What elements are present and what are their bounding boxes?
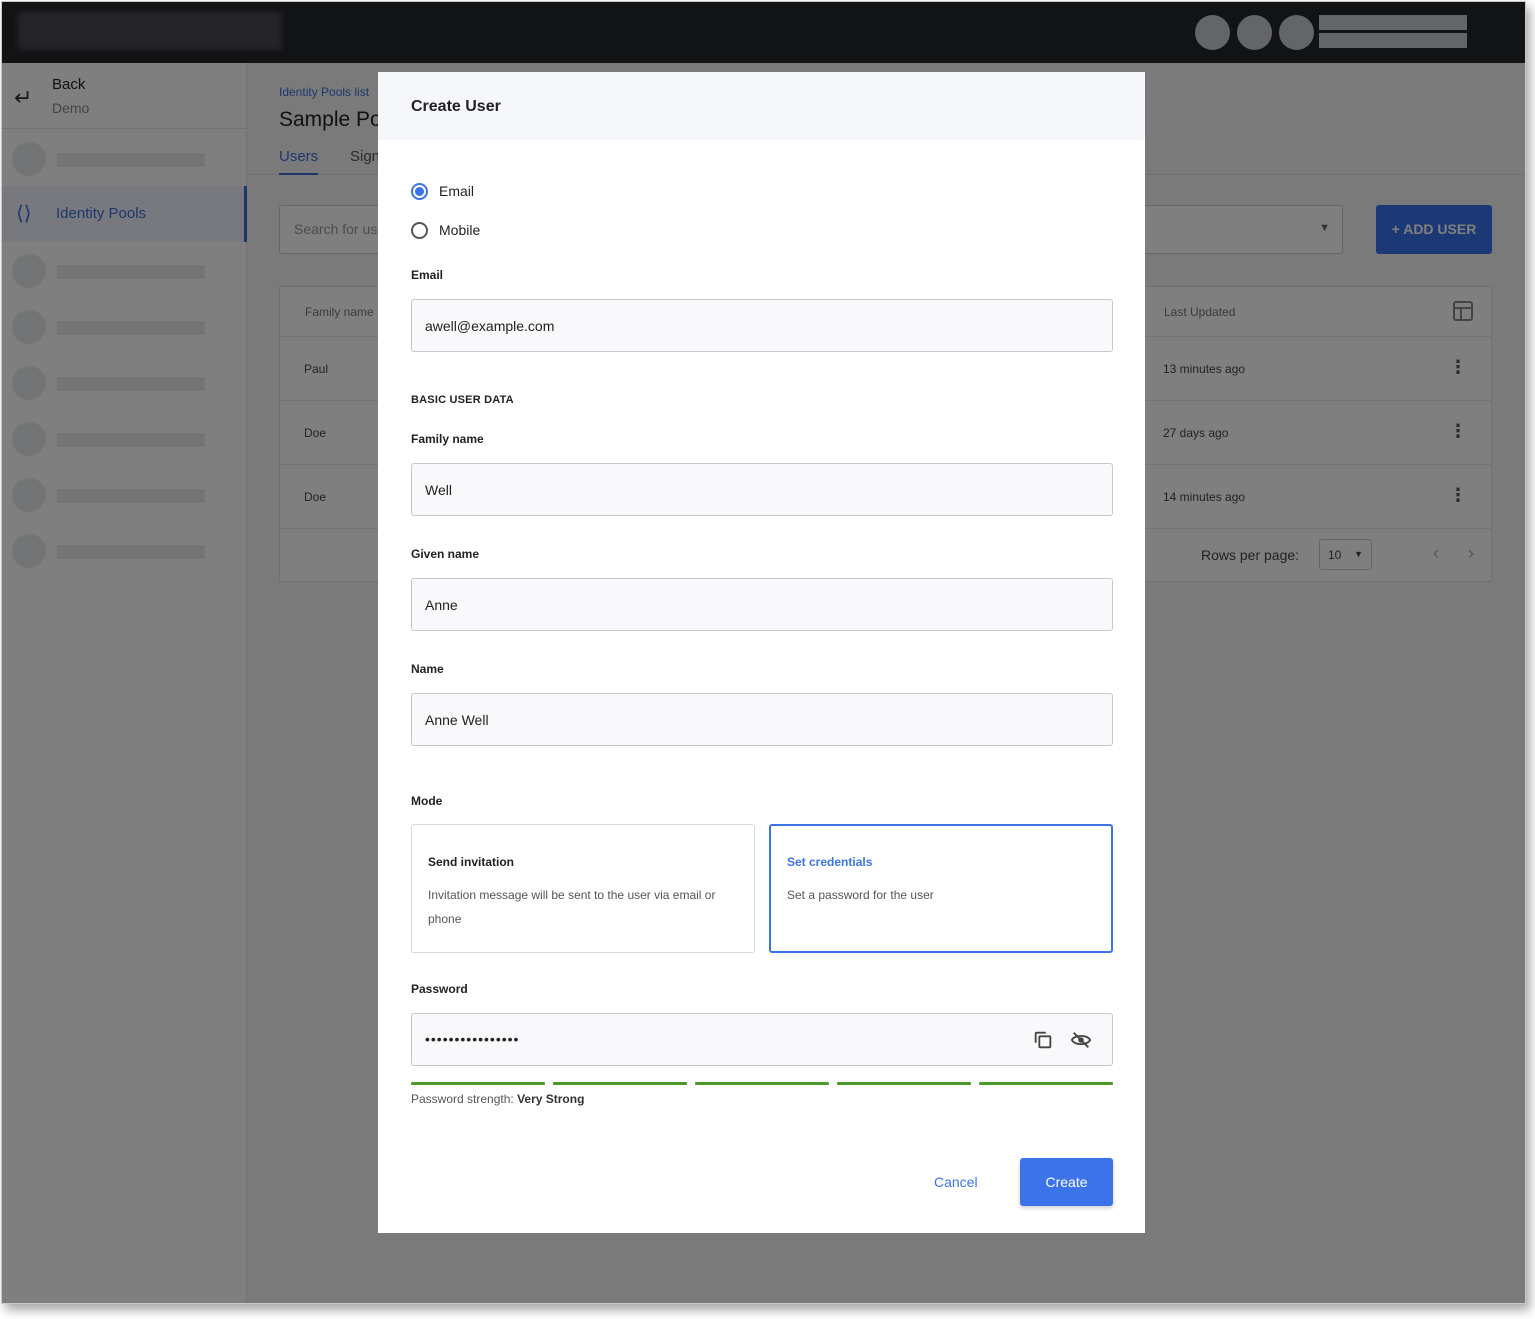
cancel-button[interactable]: Cancel (934, 1174, 978, 1190)
create-user-dialog: Create User Email Mobile Email awell@exa… (378, 72, 1145, 1233)
radio-button-checked[interactable] (411, 183, 428, 200)
strength-segment (553, 1082, 687, 1085)
create-button[interactable]: Create (1020, 1158, 1113, 1206)
copy-icon[interactable] (1032, 1029, 1054, 1051)
password-value: •••••••••••••••• (425, 1031, 520, 1047)
given-name-label: Given name (411, 547, 480, 561)
strength-segment (979, 1082, 1113, 1085)
family-name-value: Well (425, 482, 452, 498)
mode-card-set-credentials[interactable]: Set credentials Set a password for the u… (769, 824, 1113, 953)
eye-off-icon[interactable] (1070, 1029, 1092, 1051)
radio-label: Mobile (439, 222, 481, 238)
password-label: Password (411, 982, 468, 996)
name-value: Anne Well (425, 712, 489, 728)
given-name-field[interactable]: Anne (411, 578, 1113, 631)
dialog-header: Create User (378, 72, 1145, 140)
dialog-title: Create User (411, 98, 501, 115)
mode-description: Set a password for the user (787, 888, 934, 902)
email-field[interactable]: awell@example.com (411, 299, 1113, 352)
family-name-field[interactable]: Well (411, 463, 1113, 516)
family-name-label: Family name (411, 432, 484, 446)
mode-label: Mode (411, 794, 443, 808)
radio-label: Email (439, 183, 475, 199)
strength-prefix: Password strength: (411, 1092, 514, 1106)
radio-button[interactable] (411, 222, 428, 239)
password-strength: Password strength: Very Strong (411, 1092, 584, 1106)
name-field[interactable]: Anne Well (411, 693, 1113, 746)
strength-segment (695, 1082, 829, 1085)
mode-card-send-invitation[interactable]: Send invitation Invitation message will … (411, 824, 755, 953)
password-field[interactable]: •••••••••••••••• (411, 1013, 1113, 1066)
app-window: ↵ Back Demo ⟨⟩ Identity Pools Identity P… (1, 1, 1526, 1304)
strength-segment (837, 1082, 971, 1085)
email-label: Email (411, 268, 444, 282)
strength-value: Very Strong (517, 1092, 585, 1106)
given-name-value: Anne (425, 597, 458, 613)
section-title: BASIC USER DATA (411, 394, 514, 406)
mode-title: Set credentials (787, 855, 873, 869)
strength-segment (411, 1082, 545, 1085)
email-value: awell@example.com (425, 318, 555, 334)
mode-description: Invitation message will be sent to the u… (428, 888, 716, 926)
mode-title: Send invitation (428, 855, 515, 869)
name-label: Name (411, 662, 444, 676)
